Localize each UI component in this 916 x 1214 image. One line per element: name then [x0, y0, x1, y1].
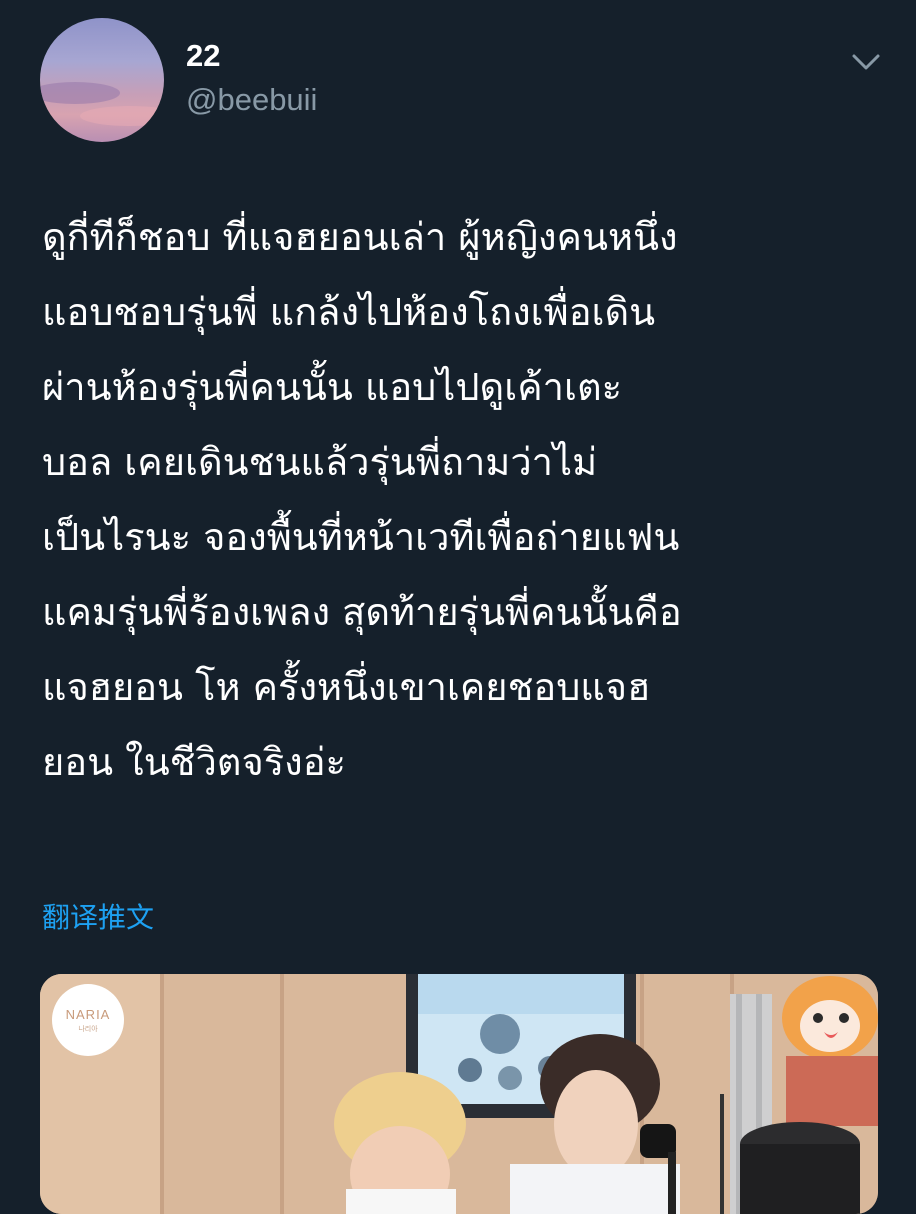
- avatar[interactable]: [40, 18, 164, 142]
- tweet-text-line: บอล เคยเดินชนแล้วรุ่นพี่ถามว่าไม่: [42, 440, 598, 484]
- tweet-text: ดูกี่ทีก็ชอบ ที่แจฮยอนเล่า ผู้หญิงคนหนึ่…: [42, 200, 892, 800]
- video-frame-image: [40, 974, 878, 1214]
- tweet-text-line: ดูกี่ทีก็ชอบ ที่แจฮยอนเล่า ผู้หญิงคนหนึ่…: [42, 215, 678, 259]
- avatar-cloud: [40, 82, 120, 104]
- media-video-thumbnail[interactable]: NARIA 나리아: [40, 974, 878, 1214]
- tweet-text-line: แจฮยอน โห ครั้งหนึ่งเขาเคยชอบแจฮ: [42, 665, 651, 709]
- tweet-text-line: แอบชอบรุ่นพี่ แกล้งไปห้องโถงเพื่อเดิน: [42, 290, 656, 334]
- avatar-cloud: [80, 106, 164, 126]
- tweet-text-line: ยอน ในชีวิตจริงอ่ะ: [42, 740, 346, 784]
- tweet-detail: 22 @beebuii ดูกี่ทีก็ชอบ ที่แจฮยอนเล่า ผ…: [0, 0, 916, 1214]
- chevron-down-icon[interactable]: [850, 50, 882, 74]
- translate-tweet-link[interactable]: 翻译推文: [42, 896, 154, 936]
- tweet-text-line: เป็นไรนะ จองพื้นที่หน้าเวทีเพื่อถ่ายแฟน: [42, 515, 680, 559]
- naria-logo-subtext: 나리아: [78, 1025, 98, 1033]
- naria-logo: NARIA 나리아: [52, 984, 124, 1056]
- author-handle[interactable]: @beebuii: [186, 82, 317, 118]
- tweet-text-line: แคมรุ่นพี่ร้องเพลง สุดท้ายรุ่นพี่คนนั้นค…: [42, 590, 682, 634]
- tweet-text-line: ผ่านห้องรุ่นพี่คนนั้น แอบไปดูเค้าเตะ: [42, 365, 623, 409]
- naria-logo-text: NARIA: [65, 1006, 111, 1022]
- author-display-name[interactable]: 22: [186, 38, 220, 74]
